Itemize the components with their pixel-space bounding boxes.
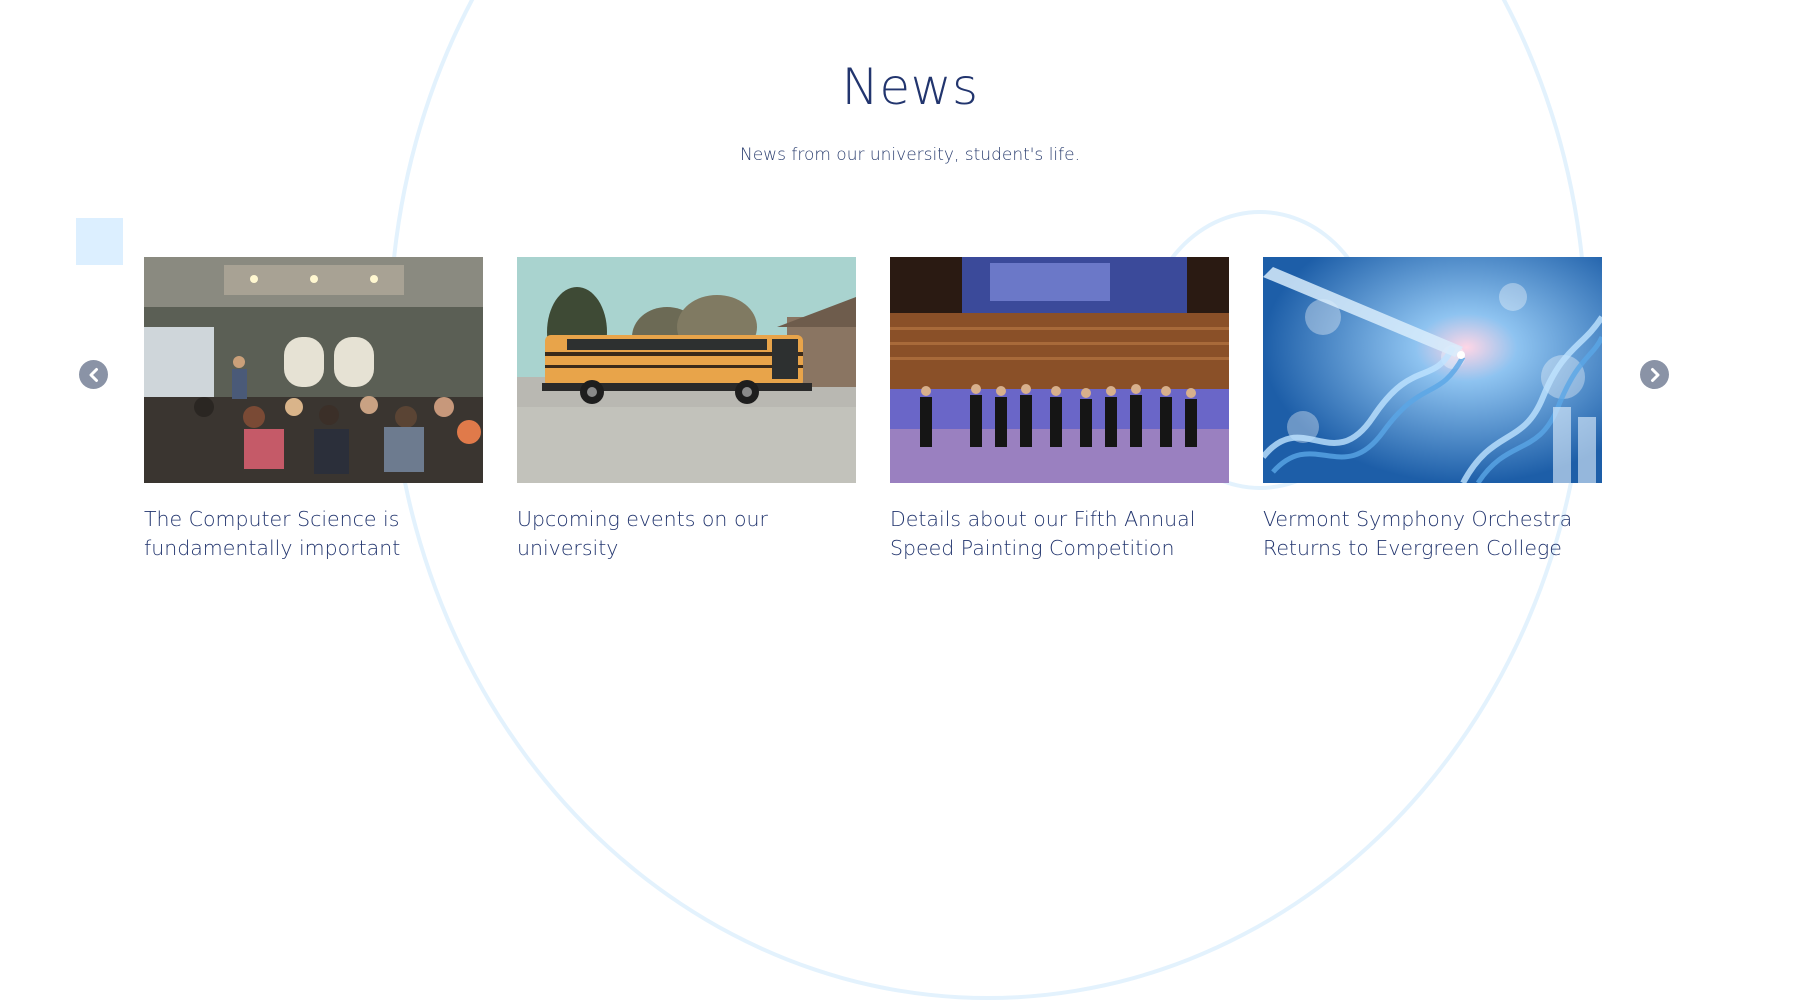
- news-card[interactable]: Upcoming events on our university: [517, 257, 856, 563]
- section-title: News: [841, 58, 979, 116]
- news-card[interactable]: Vermont Symphony Orchestra Returns to Ev…: [1263, 257, 1602, 563]
- news-card-title[interactable]: The Computer Science is fundamentally im…: [144, 505, 483, 563]
- lecture-room-photo: [144, 257, 483, 483]
- news-card-title[interactable]: Vermont Symphony Orchestra Returns to Ev…: [1263, 505, 1602, 563]
- news-card-title[interactable]: Upcoming events on our university: [517, 505, 856, 563]
- section-subtitle: News from our university, student's life…: [740, 145, 1080, 165]
- news-card-image[interactable]: [890, 257, 1229, 483]
- news-card-image[interactable]: [144, 257, 483, 483]
- news-carousel: The Computer Science is fundamentally im…: [144, 257, 1602, 563]
- decorative-square: [76, 218, 123, 265]
- news-card-title[interactable]: Details about our Fifth Annual Speed Pai…: [890, 505, 1229, 563]
- news-card-image[interactable]: [517, 257, 856, 483]
- school-bus-photo: [517, 257, 856, 483]
- chevron-left-icon: [89, 367, 98, 382]
- carousel-prev-button[interactable]: [79, 360, 108, 389]
- stage-performers-photo: [890, 257, 1229, 483]
- news-card-image[interactable]: [1263, 257, 1602, 483]
- news-card[interactable]: Details about our Fifth Annual Speed Pai…: [890, 257, 1229, 563]
- carousel-next-button[interactable]: [1640, 360, 1669, 389]
- dna-lab-photo: [1263, 257, 1602, 483]
- news-card[interactable]: The Computer Science is fundamentally im…: [144, 257, 483, 563]
- chevron-right-icon: [1650, 367, 1659, 382]
